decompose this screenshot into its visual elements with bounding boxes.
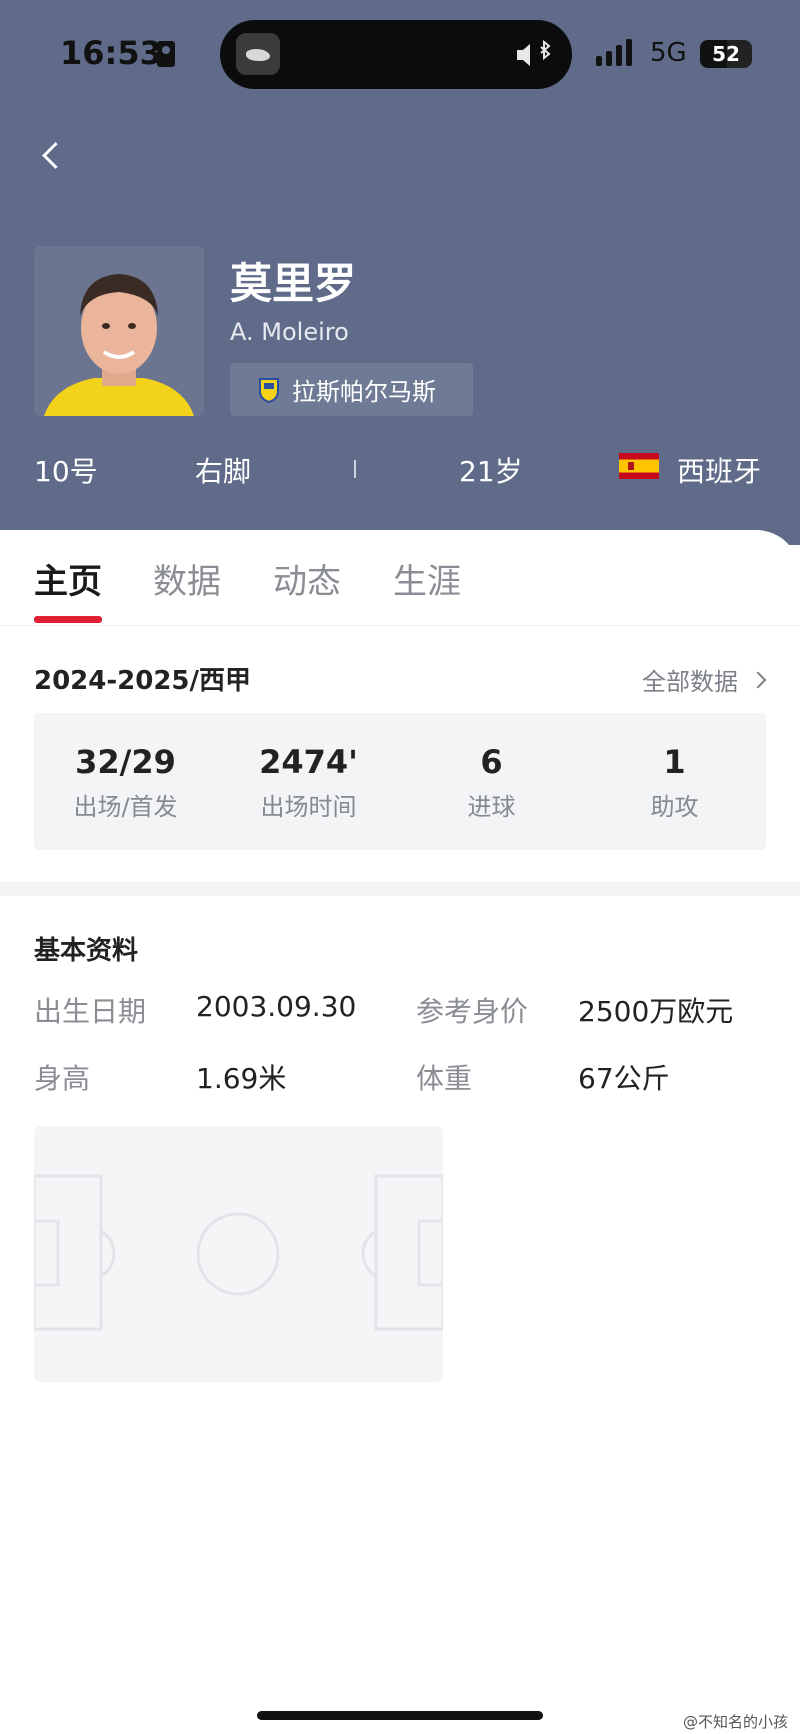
stat-value: 6: [480, 743, 503, 781]
stat-appearances: 32/29 出场/首发: [34, 713, 217, 822]
weight-value: 67公斤: [578, 1062, 670, 1095]
stat-label: 助攻: [650, 793, 699, 821]
basic-info-title: 基本资料: [34, 936, 139, 966]
status-bar: 16:53 5G 52: [0, 0, 800, 110]
stat-value: 32/29: [75, 743, 176, 781]
player-english-name: A. Moleiro: [230, 318, 349, 346]
chevron-right-icon: [749, 671, 767, 688]
tab-home[interactable]: 主页: [34, 554, 102, 603]
shirt-number: 10号: [34, 455, 98, 488]
battery-icon: 52: [700, 40, 752, 68]
stat-minutes: 2474' 出场时间: [217, 713, 400, 822]
tab-career[interactable]: 生涯: [393, 554, 461, 603]
club-crest-icon: [259, 377, 279, 403]
all-data-label: 全部数据: [642, 668, 738, 696]
dynamic-island: [220, 20, 572, 89]
position-pitch: [34, 1126, 443, 1382]
birth-date-label: 出生日期: [34, 995, 147, 1028]
tab-data[interactable]: 数据: [153, 554, 221, 603]
id-card-icon: [157, 41, 175, 67]
preferred-foot: 右脚: [195, 455, 252, 488]
tab-news[interactable]: 动态: [273, 554, 341, 603]
stat-value: 2474': [259, 743, 358, 781]
mute-bluetooth-icon: [517, 40, 551, 66]
stat-assists: 1 助攻: [583, 713, 766, 822]
all-data-link[interactable]: 全部数据: [642, 662, 767, 697]
season-stats: 32/29 出场/首发 2474' 出场时间 6 进球 1 助攻: [34, 713, 766, 850]
player-header: 16:53 5G 52 莫里罗 A. Moleiro 拉斯帕尔马斯 10号 右脚…: [0, 0, 800, 545]
player-photo: [34, 246, 204, 416]
stat-goals: 6 进球: [400, 713, 583, 822]
player-age: 21岁: [459, 455, 523, 488]
stat-label: 出场/首发: [73, 793, 178, 821]
market-value-label: 参考身价: [416, 995, 529, 1028]
player-name: 莫里罗: [230, 259, 357, 308]
club-name: 拉斯帕尔马斯: [292, 378, 436, 406]
battery-level: 52: [712, 42, 740, 66]
spain-flag-icon: [619, 453, 659, 479]
stat-label: 进球: [467, 793, 516, 821]
season-title: 2024-2025/西甲: [34, 666, 252, 696]
status-time: 16:53: [60, 34, 162, 72]
stat-value: 1: [663, 743, 686, 781]
nationality: 西班牙: [677, 455, 762, 488]
club-chip[interactable]: 拉斯帕尔马斯: [230, 363, 473, 416]
back-arrow-icon[interactable]: [36, 138, 72, 174]
home-indicator[interactable]: [257, 1711, 543, 1720]
active-tab-indicator: [34, 616, 102, 623]
height-label: 身高: [34, 1062, 91, 1095]
content-card: 主页 数据 动态 生涯 2024-2025/西甲 全部数据 32/29 出场/首…: [0, 530, 800, 1734]
watermark: @不知名的小孩: [683, 1713, 789, 1731]
stat-label: 出场时间: [260, 793, 357, 821]
media-thumbnail-icon: [236, 33, 280, 75]
tab-bar: 主页 数据 动态 生涯: [0, 530, 800, 626]
section-divider: [0, 882, 800, 896]
network-type: 5G: [650, 38, 687, 68]
player-avatar: [34, 246, 204, 416]
meta-divider: [354, 460, 356, 478]
pitch-diagram: [34, 1174, 443, 1331]
market-value-value: 2500万欧元: [578, 995, 734, 1028]
birth-date-value: 2003.09.30: [196, 990, 357, 1023]
weight-label: 体重: [416, 1062, 473, 1095]
cellular-signal-icon: [596, 38, 632, 66]
height-value: 1.69米: [196, 1062, 287, 1095]
